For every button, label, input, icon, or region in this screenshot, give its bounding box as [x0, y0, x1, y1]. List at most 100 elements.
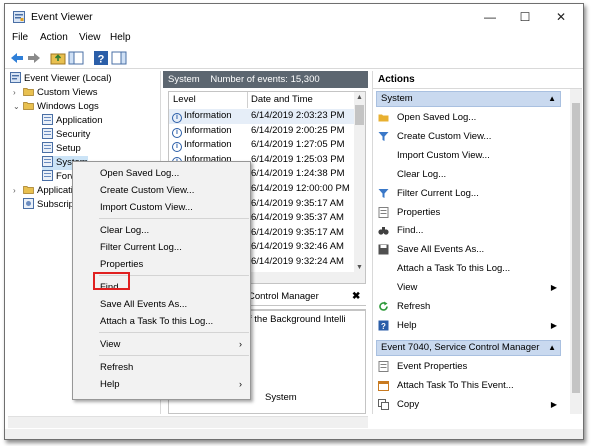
action-item[interactable]: Properties	[376, 204, 561, 221]
collapse-caret-icon[interactable]: ▲	[548, 341, 556, 355]
action-item[interactable]: Refresh	[376, 298, 561, 315]
date-cell: 6/14/2019 9:35:37 AM	[251, 212, 344, 224]
filter-icon	[378, 131, 389, 141]
tree-item-setup[interactable]: Setup	[42, 142, 81, 156]
maximize-button[interactable]: ☐	[510, 8, 540, 26]
action-item[interactable]: Event Properties	[376, 358, 561, 375]
action-label: Refresh	[397, 301, 431, 312]
actions-scrollbar[interactable]	[570, 89, 582, 414]
menu-view[interactable]: View	[79, 32, 101, 43]
forward-arrow-icon[interactable]	[26, 50, 42, 66]
action-label: Create Custom View...	[397, 130, 492, 142]
action-item[interactable]: Open Saved Log...	[376, 109, 561, 126]
menu-bar: File Action View Help	[5, 30, 583, 47]
close-button[interactable]: ✕	[546, 8, 576, 26]
event-viewer-icon	[13, 11, 25, 23]
event-count: Number of events: 15,300	[210, 74, 320, 85]
grid-vertical-scrollbar[interactable]: ▲ ▼	[354, 92, 365, 283]
find-highlight-box	[93, 272, 130, 290]
tree-label: Windows Logs	[37, 101, 99, 112]
action-label: Properties	[397, 206, 441, 218]
column-date-time[interactable]: Date and Time	[251, 92, 313, 108]
menu-action[interactable]: Action	[40, 32, 68, 43]
menu-file[interactable]: File	[12, 32, 28, 43]
show-hide-action-pane-icon[interactable]	[111, 50, 127, 66]
tree-item-application[interactable]: Application	[42, 114, 102, 128]
action-item[interactable]: Clear Log...	[376, 166, 561, 183]
action-label: Attach Task To This Event...	[397, 379, 514, 391]
tree-item-root[interactable]: Event Viewer (Local)	[10, 72, 111, 86]
window-title: Event Viewer	[31, 11, 93, 23]
date-cell: 6/14/2019 1:27:05 PM	[251, 139, 345, 151]
event-viewer-icon	[10, 72, 21, 83]
information-icon: i	[172, 127, 182, 138]
date-cell: 6/14/2019 2:00:25 PM	[251, 124, 345, 136]
date-cell: 6/14/2019 9:32:46 AM	[251, 241, 344, 253]
context-menu-item[interactable]: View ›	[73, 336, 250, 353]
information-icon: i	[172, 142, 182, 153]
help-icon[interactable]: ?	[93, 50, 109, 66]
log-icon	[42, 170, 53, 181]
context-menu-item[interactable]: Refresh	[73, 359, 250, 376]
action-item[interactable]: View ▶	[376, 279, 561, 296]
table-row[interactable]: i Information 6/14/2019 1:27:05 PM	[169, 138, 365, 153]
close-detail-icon[interactable]: ✖	[352, 288, 360, 306]
action-item[interactable]: Find...	[376, 222, 561, 239]
show-hide-tree-icon[interactable]	[68, 50, 84, 66]
context-menu-label: Help	[100, 379, 120, 390]
context-menu-item[interactable]: Open Saved Log...	[73, 165, 250, 182]
action-item[interactable]: Import Custom View...	[376, 147, 561, 164]
expand-arrow-icon[interactable]: ›	[13, 86, 23, 100]
toolbar: ?	[5, 47, 583, 69]
context-menu-label: Refresh	[100, 362, 134, 373]
collapse-arrow-icon[interactable]: ⌄	[13, 100, 23, 114]
menu-separator	[99, 355, 249, 356]
action-item[interactable]: Create Custom View...	[376, 128, 561, 145]
context-menu-item[interactable]: Clear Log...	[73, 222, 250, 239]
context-menu-item[interactable]: Save All Events As...	[73, 296, 250, 313]
expand-arrow-icon[interactable]: ›	[13, 184, 23, 198]
action-item[interactable]: Save All Events As...	[376, 241, 561, 258]
context-menu-item[interactable]: Create Custom View...	[73, 182, 250, 199]
tree-label: Application	[56, 115, 103, 126]
table-row[interactable]: i Information 6/14/2019 2:00:25 PM	[169, 124, 365, 139]
context-menu-label: Open Saved Log...	[100, 168, 180, 179]
submenu-arrow-icon: ▶	[550, 320, 557, 330]
context-menu-item[interactable]: Attach a Task To this Log...	[73, 313, 250, 330]
filter-icon	[378, 188, 389, 198]
event-description: f the Background Intelli	[249, 314, 346, 325]
actions-section-system[interactable]: System ▲	[376, 91, 561, 107]
up-folder-icon[interactable]	[50, 50, 66, 66]
menu-help[interactable]: Help	[110, 32, 131, 43]
action-label: Find...	[397, 225, 424, 237]
context-menu-label: Attach a Task To this Log...	[100, 316, 214, 327]
column-level[interactable]: Level	[173, 92, 196, 108]
svg-text:?: ?	[381, 322, 386, 331]
action-label: Clear Log...	[397, 168, 447, 180]
submenu-arrow-icon: ▶	[550, 399, 557, 409]
table-row[interactable]: i Information 6/14/2019 2:03:23 PM	[169, 109, 365, 124]
back-arrow-icon[interactable]	[9, 50, 25, 66]
collapse-caret-icon[interactable]: ▲	[548, 92, 556, 106]
action-label: Event Properties	[397, 361, 468, 372]
context-menu-item[interactable]: Help ›	[73, 376, 250, 393]
context-menu-label: View	[100, 339, 121, 350]
minimize-button[interactable]: —	[475, 8, 505, 26]
action-label: View	[397, 282, 418, 294]
context-menu-item[interactable]: Filter Current Log...	[73, 239, 250, 256]
tree-item-security[interactable]: Security	[42, 128, 90, 142]
context-menu-item[interactable]: Properties	[73, 256, 250, 273]
tree-item-windows-logs[interactable]: ⌄ Windows Logs	[13, 100, 99, 114]
action-label: Copy	[397, 398, 420, 410]
tree-item-custom-views[interactable]: › Custom Views	[13, 86, 98, 100]
action-item[interactable]: Attach Task To This Event...	[376, 377, 561, 394]
action-item[interactable]: Attach a Task To this Log...	[376, 260, 561, 277]
actions-section-event[interactable]: Event 7040, Service Control Manager ▲	[376, 340, 561, 356]
action-item[interactable]: Copy ▶	[376, 396, 561, 413]
context-menu-item[interactable]: Import Custom View...	[73, 199, 250, 216]
tree-label: Custom Views	[37, 87, 98, 98]
subscriptions-icon	[23, 198, 34, 209]
horizontal-scrollbar[interactable]	[8, 416, 368, 428]
action-item[interactable]: Filter Current Log...	[376, 185, 561, 202]
action-item[interactable]: ? Help ▶	[376, 317, 561, 334]
